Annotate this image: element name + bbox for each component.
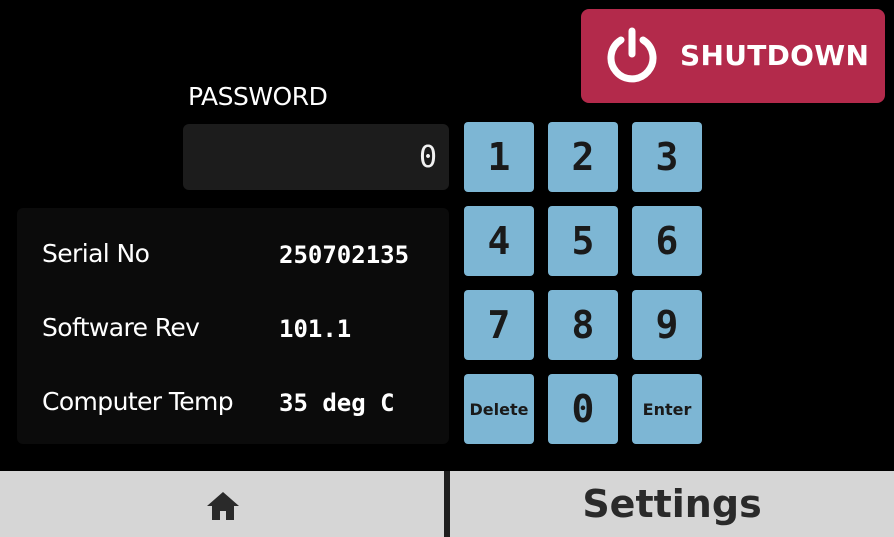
serial-no-value: 250702135 [279, 241, 410, 269]
software-rev-value: 101.1 [279, 315, 352, 343]
password-value: 0 [418, 139, 437, 175]
key-1[interactable]: 1 [464, 122, 534, 192]
computer-temp-label: Computer Temp [42, 387, 234, 416]
key-8[interactable]: 8 [548, 290, 618, 360]
key-9[interactable]: 9 [632, 290, 702, 360]
key-enter[interactable]: Enter [632, 374, 702, 444]
password-input[interactable]: 0 [183, 124, 449, 190]
key-3[interactable]: 3 [632, 122, 702, 192]
home-icon [207, 492, 239, 520]
home-button[interactable] [0, 471, 444, 537]
key-4[interactable]: 4 [464, 206, 534, 276]
info-row-software-rev: Software Rev 101.1 [17, 307, 449, 347]
software-rev-label: Software Rev [42, 313, 200, 342]
shutdown-button[interactable]: SHUTDOWN [581, 9, 885, 103]
key-6[interactable]: 6 [632, 206, 702, 276]
info-row-serial: Serial No 250702135 [17, 233, 449, 273]
key-0[interactable]: 0 [548, 374, 618, 444]
computer-temp-value: 35 deg C [279, 389, 395, 417]
info-row-computer-temp: Computer Temp 35 deg C [17, 381, 449, 421]
key-5[interactable]: 5 [548, 206, 618, 276]
key-delete[interactable]: Delete [464, 374, 534, 444]
password-label: PASSWORD [188, 82, 328, 111]
settings-button[interactable]: Settings [450, 471, 894, 537]
key-7[interactable]: 7 [464, 290, 534, 360]
power-icon [607, 27, 657, 83]
bottom-nav-bar: Settings [0, 471, 894, 537]
shutdown-label: SHUTDOWN [680, 39, 870, 72]
serial-no-label: Serial No [42, 239, 150, 268]
key-2[interactable]: 2 [548, 122, 618, 192]
system-info-panel: Serial No 250702135 Software Rev 101.1 C… [17, 208, 449, 444]
settings-label: Settings [582, 482, 762, 526]
